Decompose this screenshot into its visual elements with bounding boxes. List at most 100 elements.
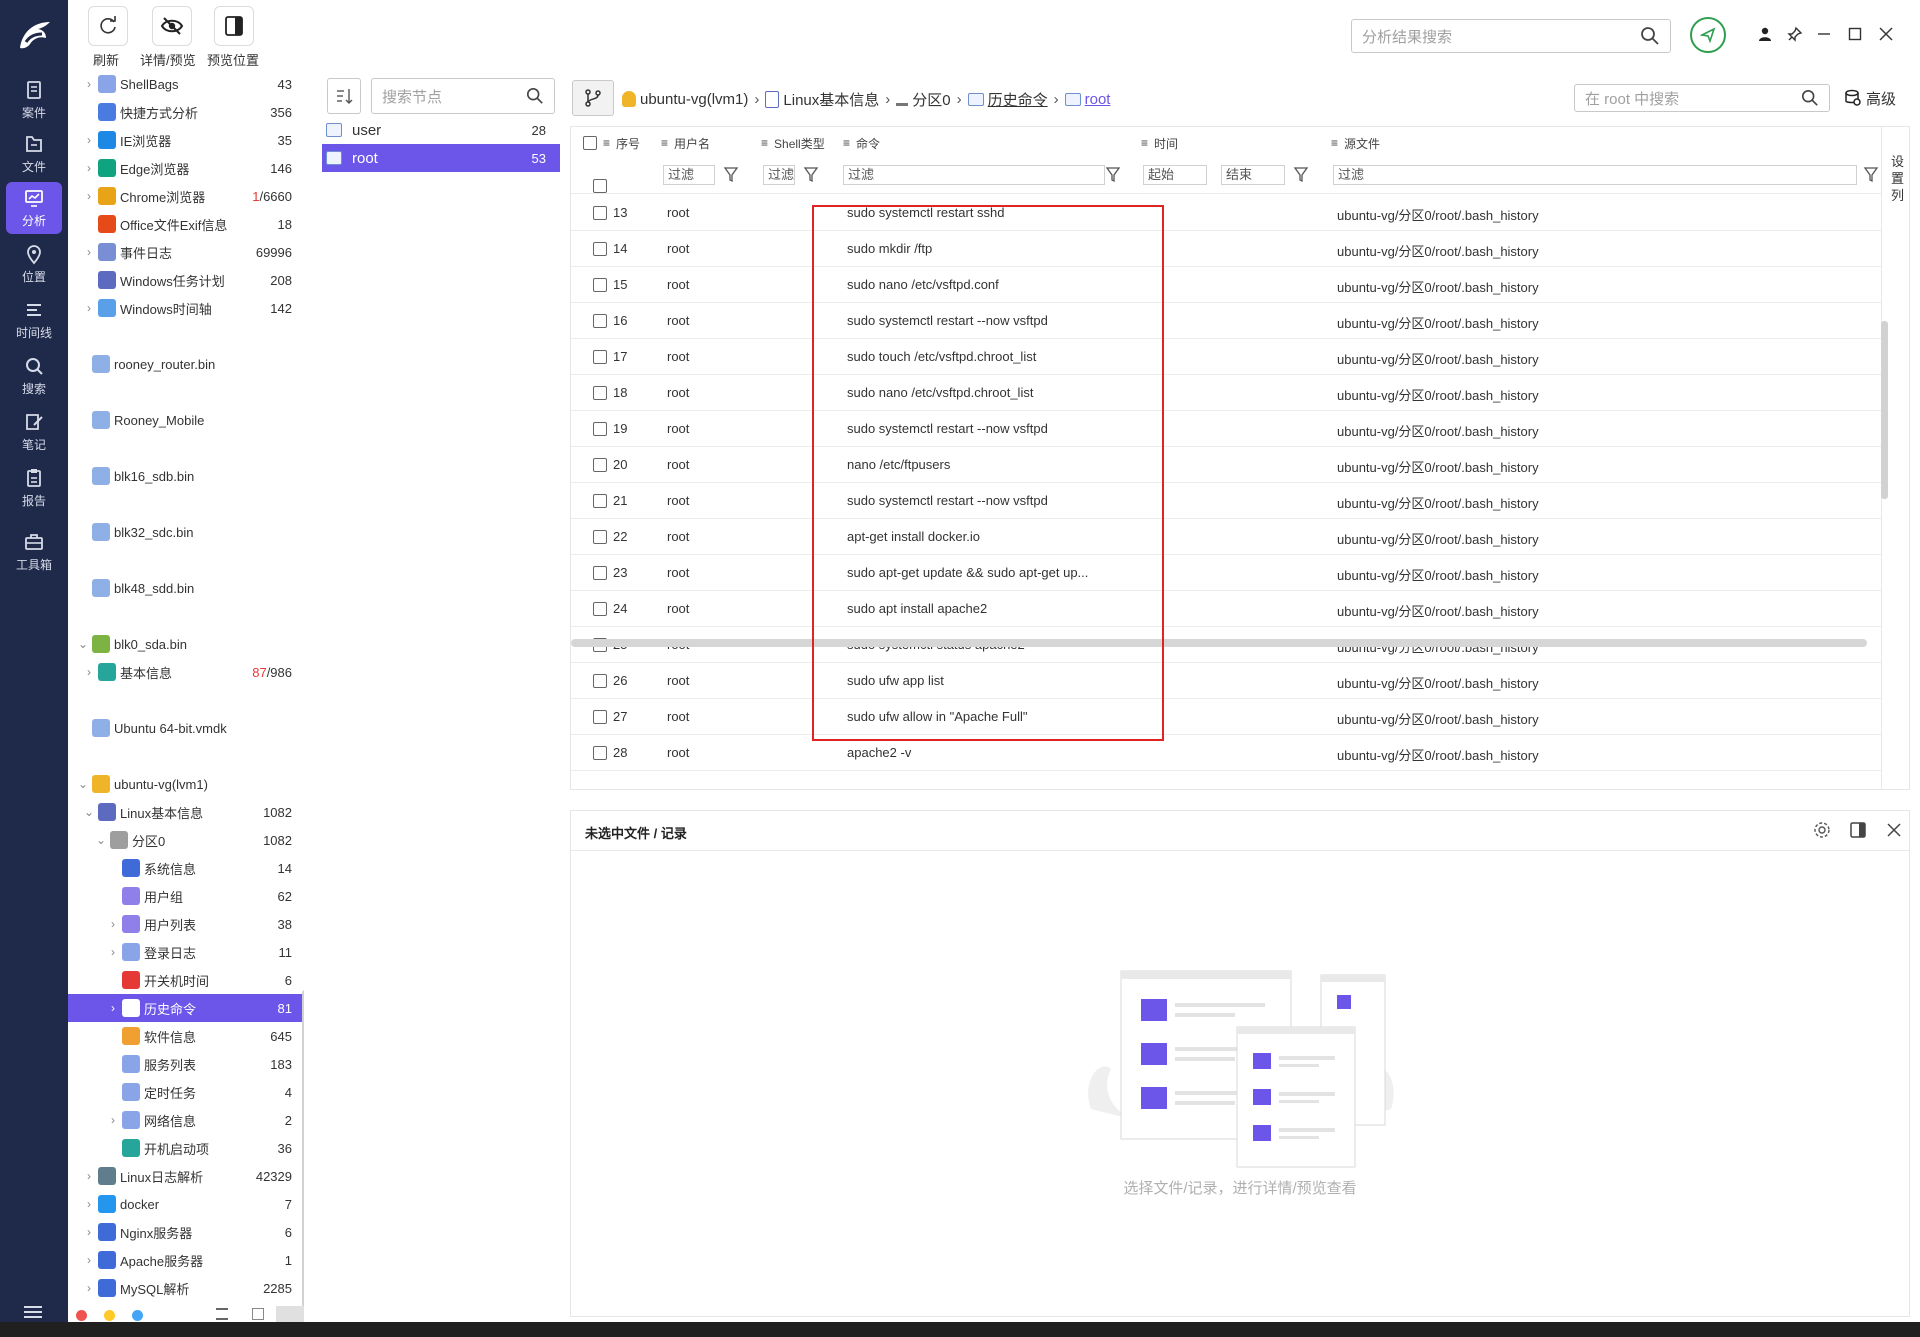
tree-item[interactable]: Windows任务计划 208 — [68, 266, 304, 294]
select-all-checkbox[interactable] — [583, 136, 597, 150]
chevron-icon[interactable]: › — [82, 245, 96, 259]
chevron-icon[interactable]: › — [106, 1113, 120, 1127]
tree-item[interactable]: › 网络信息 2 — [68, 1106, 304, 1134]
search-icon[interactable] — [526, 87, 544, 105]
tree-item[interactable]: 开关机时间 6 — [68, 966, 304, 994]
chevron-icon[interactable]: › — [82, 1225, 96, 1239]
breadcrumb-item-volume[interactable]: ubuntu-vg(lvm1) — [640, 91, 748, 108]
tree-item[interactable]: Office文件Exif信息 18 — [68, 210, 304, 238]
table-row[interactable]: 15 root sudo nano /etc/vsftpd.conf ubuntu-v… — [571, 267, 1881, 303]
table-row[interactable]: 26 root sudo ufw app list ubuntu-vg/分区0/roo… — [571, 663, 1881, 699]
tree-item[interactable]: › 事件日志 69996 — [68, 238, 304, 266]
column-header-user[interactable]: ≡ 用户名 — [661, 127, 710, 159]
tree-item[interactable]: 用户组 62 — [68, 882, 304, 910]
chevron-icon[interactable]: › — [106, 945, 120, 959]
row-checkbox[interactable] — [593, 206, 607, 220]
nav-item-analysis[interactable]: 分析 — [6, 182, 62, 234]
nav-item-notes[interactable]: 笔记 — [6, 406, 62, 458]
close-window-icon[interactable] — [1878, 26, 1894, 42]
maximize-icon[interactable] — [1847, 26, 1863, 42]
tree-item[interactable]: 开机启动项 36 — [68, 1134, 304, 1162]
list-view-icon[interactable] — [276, 1306, 304, 1322]
table-row[interactable]: 20 root nano /etc/ftpusers ubuntu-vg/分区0/ro… — [571, 447, 1881, 483]
nav-item-location[interactable]: 位置 — [6, 238, 62, 290]
chevron-icon[interactable]: › — [106, 1001, 120, 1015]
minimize-icon[interactable] — [1816, 26, 1832, 42]
filter-input-source[interactable]: 过滤 — [1333, 165, 1857, 185]
chevron-icon[interactable]: › — [82, 301, 96, 315]
chevron-icon[interactable]: › — [82, 1169, 96, 1183]
tree-scrollbar[interactable] — [302, 990, 304, 1310]
tree-item[interactable]: 系统信息 14 — [68, 854, 304, 882]
row-checkbox[interactable] — [593, 566, 607, 580]
nav-item-search[interactable]: 搜索 — [6, 350, 62, 402]
tree-item[interactable]: › Chrome浏览器 1/6660 — [68, 182, 304, 210]
column-header-source[interactable]: ≡ 源文件 — [1331, 127, 1380, 159]
chevron-icon[interactable]: › — [82, 189, 96, 203]
table-row[interactable]: 24 root sudo apt install apache2 ubuntu-vg/… — [571, 591, 1881, 627]
tree-item[interactable]: 服务列表 183 — [68, 1050, 304, 1078]
tree-item[interactable]: › Windows时间轴 142 — [68, 294, 304, 322]
nav-item-case[interactable]: 案件 — [6, 74, 62, 126]
red-dot-icon[interactable] — [76, 1310, 87, 1321]
breadcrumb-item-linux-info[interactable]: Linux基本信息 — [783, 89, 879, 110]
chevron-icon[interactable]: › — [82, 161, 96, 175]
chevron-icon[interactable]: › — [82, 1197, 96, 1211]
chevron-icon[interactable]: ⌄ — [76, 637, 90, 651]
analysis-search-input[interactable]: 分析结果搜索 — [1351, 19, 1671, 53]
detail-preview-toggle-button[interactable] — [152, 6, 192, 46]
row-checkbox[interactable] — [593, 422, 607, 436]
blue-dot-icon[interactable] — [132, 1310, 143, 1321]
row-checkbox[interactable] — [593, 458, 607, 472]
table-search-input[interactable]: 在 root 中搜索 — [1574, 84, 1830, 112]
tree-item[interactable]: ⌄ Linux基本信息 1082 — [68, 798, 304, 826]
tree-item[interactable]: › docker 7 — [68, 1190, 304, 1218]
search-icon[interactable] — [1640, 26, 1660, 46]
breadcrumb-item-root[interactable]: root — [1085, 91, 1111, 108]
tree-item[interactable]: › 用户列表 38 — [68, 910, 304, 938]
chevron-icon[interactable]: › — [82, 133, 96, 147]
filter-input-user[interactable]: 过滤 — [663, 165, 715, 185]
close-icon[interactable] — [1885, 821, 1903, 839]
table-row[interactable]: 18 root sudo nano /etc/vsftpd.chroot_list u… — [571, 375, 1881, 411]
node-item-root[interactable]: root 53 — [322, 144, 560, 172]
grid-view-icon[interactable] — [252, 1308, 264, 1320]
filter-input-time-end[interactable]: 结束 — [1221, 165, 1285, 185]
filter-funnel-icon[interactable] — [1293, 165, 1309, 183]
column-header-index[interactable]: ≡ 序号 — [603, 127, 640, 159]
settings-gear-icon[interactable] — [1813, 821, 1831, 839]
tree-item[interactable]: Ubuntu 64-bit.vmdk — [68, 714, 304, 742]
tree-item[interactable]: › MySQL解析 2285 — [68, 1274, 304, 1302]
table-row[interactable]: 17 root sudo touch /etc/vsftpd.chroot_list… — [571, 339, 1881, 375]
hamburger-menu-icon[interactable] — [22, 1302, 44, 1322]
table-row[interactable]: 21 root sudo systemctl restart --now vsftp… — [571, 483, 1881, 519]
row-checkbox[interactable] — [593, 350, 607, 364]
tree-item[interactable]: 软件信息 645 — [68, 1022, 304, 1050]
table-horizontal-scrollbar[interactable] — [571, 639, 1867, 647]
tree-item[interactable]: ⌄ 分区0 1082 — [68, 826, 304, 854]
table-row[interactable]: 22 root apt-get install docker.io ubuntu-vg… — [571, 519, 1881, 555]
pin-icon[interactable] — [1787, 26, 1803, 42]
column-settings-button[interactable]: 设置列 — [1891, 153, 1904, 204]
table-row[interactable]: 13 root sudo systemctl restart sshd ubuntu-… — [571, 195, 1881, 231]
tree-item[interactable]: › Linux日志解析 42329 — [68, 1162, 304, 1190]
refresh-button[interactable] — [88, 6, 128, 46]
tree-item[interactable]: ⌄ ubuntu-vg(lvm1) — [68, 770, 304, 798]
row-checkbox[interactable] — [593, 530, 607, 544]
chevron-icon[interactable]: › — [82, 77, 96, 91]
tree-item[interactable]: rooney_router.bin — [68, 350, 304, 378]
advanced-search-button[interactable]: 高级 — [1844, 86, 1896, 110]
table-row[interactable]: 27 root sudo ufw allow in "Apache Full" ubu… — [571, 699, 1881, 735]
table-row[interactable]: 19 root sudo systemctl restart --now vsftp… — [571, 411, 1881, 447]
column-header-shell[interactable]: ≡ Shell类型 — [761, 127, 825, 159]
nav-item-report[interactable]: 报告 — [6, 462, 62, 514]
preview-position-button[interactable] — [214, 6, 254, 46]
chevron-icon[interactable]: › — [106, 917, 120, 931]
row-checkbox[interactable] — [593, 386, 607, 400]
sort-button[interactable] — [327, 78, 361, 114]
nav-item-file[interactable]: 文件 — [6, 128, 62, 180]
row-checkbox[interactable] — [593, 242, 607, 256]
status-send-button[interactable] — [1690, 17, 1726, 53]
tree-item[interactable]: › ShellBags 43 — [68, 70, 304, 98]
row-checkbox[interactable] — [593, 179, 607, 193]
